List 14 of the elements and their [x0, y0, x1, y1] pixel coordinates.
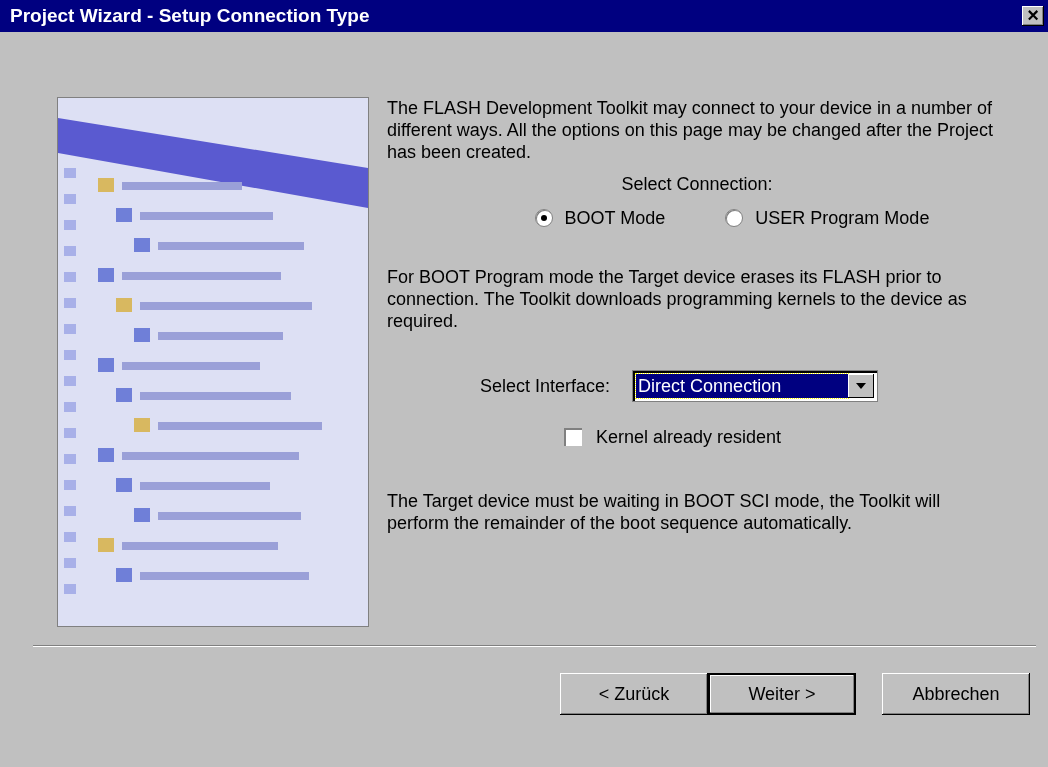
wizard-button[interactable]: Weiter > — [708, 673, 856, 715]
intro-text: The FLASH Development Toolkit may connect to your device in a number of different ways. All the options on this page may be changed after the Project has been created. — [387, 97, 995, 163]
kernel-checkbox[interactable]: Kernel already resident — [564, 426, 1007, 448]
wizard-button[interactable]: < Zurück — [560, 673, 708, 715]
connection-radio[interactable]: USER Program Mode — [725, 207, 930, 229]
window-title: Project Wizard - Setup Connection Type — [10, 5, 370, 27]
close-button[interactable]: × — [1022, 6, 1044, 26]
connection-radio[interactable]: BOOT Mode — [534, 207, 666, 229]
mode-description: For BOOT Program mode the Target device erases its FLASH prior to connection. The Toolkit downloads programming kernels to the device as required. — [387, 266, 968, 332]
connection-label: Select Connection: — [620, 173, 774, 195]
interface-dropdown[interactable]: Direct Connection — [632, 370, 879, 402]
interface-label: Select Interface: — [480, 375, 611, 397]
wizard-button[interactable]: Abbrechen — [882, 673, 1030, 715]
note-text: The Target device must be waiting in BOOT SCI mode, the Toolkit will perform the remainder of the boot sequence automatically. — [387, 490, 942, 534]
